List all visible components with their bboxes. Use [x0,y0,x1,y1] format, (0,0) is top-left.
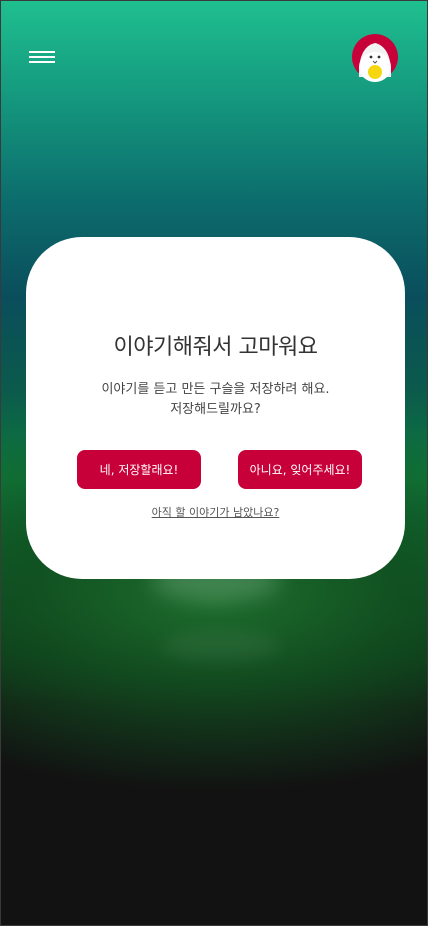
chick-character-avatar-icon[interactable] [351,33,399,83]
save-story-dialog: 이야기해줘서 고마워요 이야기를 듣고 만든 구슬을 저장하려 해요. 저장해드… [26,237,405,579]
menu-line [29,56,55,58]
forget-decline-button[interactable]: 아니요, 잊어주세요! [238,450,362,489]
dialog-title: 이야기해줘서 고마워요 [113,335,318,360]
app-screen: 이야기해줘서 고마워요 이야기를 듣고 만든 구슬을 저장하려 해요. 저장해드… [0,0,428,926]
menu-line [29,51,55,53]
hamburger-menu-icon[interactable] [29,49,57,67]
background-glow-secondary [161,631,281,661]
continue-story-link[interactable]: 아직 할 이야기가 남았나요? [26,504,405,520]
dialog-description: 이야기를 듣고 만든 구슬을 저장하려 해요. 저장해드릴까요? [26,380,405,420]
menu-line [29,61,55,63]
dialog-description-line1: 이야기를 듣고 만든 구슬을 저장하려 해요. [101,382,330,397]
dialog-description-line2: 저장해드릴까요? [170,402,261,417]
avatar-graphic [352,34,398,82]
save-confirm-button[interactable]: 네, 저장할래요! [77,450,201,489]
